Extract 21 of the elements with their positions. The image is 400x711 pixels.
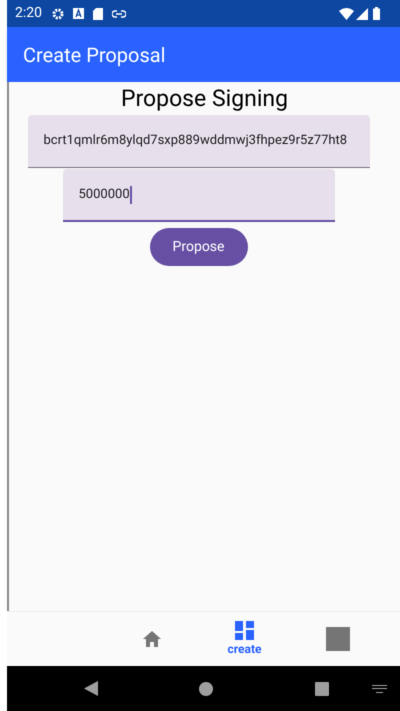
propose-button[interactable]: Propose — [150, 228, 248, 266]
input-field[interactable]: 5000000 — [62, 169, 334, 222]
battery-icon — [373, 7, 380, 20]
signal-icon — [356, 8, 368, 20]
back-icon[interactable] — [84, 681, 98, 696]
recents-icon[interactable] — [315, 682, 329, 696]
app-bar-title: Create Proposal — [23, 42, 166, 68]
link-icon — [112, 10, 126, 18]
status-time: 2:20 — [15, 4, 42, 23]
text-cursor — [130, 186, 132, 204]
font-icon — [73, 8, 84, 19]
home-icon — [142, 630, 162, 648]
sd-card-icon — [93, 8, 103, 20]
dashboard-icon — [235, 620, 254, 640]
input-field[interactable]: bcrt1qmlr6m8ylqd7sxp889wddmwj3fhpez9r5z77ht8 — [28, 115, 370, 168]
nav-item[interactable]: create — [198, 612, 291, 666]
form-heading: Propose Signing — [120, 84, 288, 114]
wifi-icon — [339, 8, 354, 20]
square-icon — [326, 627, 350, 651]
home-button-icon[interactable] — [199, 682, 213, 696]
nav-label: create — [228, 640, 262, 658]
